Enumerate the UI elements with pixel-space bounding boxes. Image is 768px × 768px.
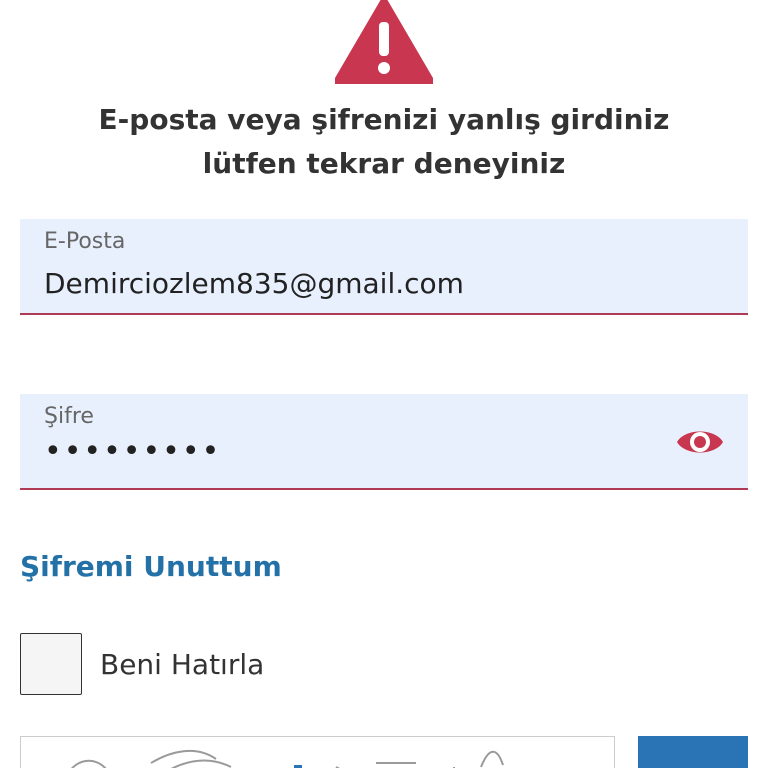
captcha-squiggles bbox=[71, 749, 504, 768]
login-button[interactable] bbox=[638, 736, 748, 768]
password-label: Şifre bbox=[44, 404, 94, 429]
captcha-image bbox=[20, 736, 615, 768]
forgot-password-link[interactable]: Şifremi Unuttum bbox=[20, 550, 282, 583]
remember-me-row: Beni Hatırla bbox=[20, 632, 264, 696]
email-label: E-Posta bbox=[44, 229, 126, 254]
email-field[interactable]: E-Posta Demirciozlem835@gmail.com bbox=[20, 219, 748, 315]
eye-icon bbox=[677, 431, 723, 453]
email-input[interactable]: Demirciozlem835@gmail.com bbox=[44, 267, 464, 300]
password-field[interactable]: Şifre ••••••••• bbox=[20, 394, 748, 490]
error-message: E-posta veya şifrenizi yanlış girdiniz l… bbox=[98, 103, 670, 180]
password-input[interactable]: ••••••••• bbox=[44, 434, 221, 469]
remember-me-label: Beni Hatırla bbox=[100, 647, 265, 681]
show-password-button[interactable] bbox=[674, 416, 726, 468]
login-page: E-posta veya şifrenizi yanlış girdiniz l… bbox=[0, 0, 768, 768]
warning-triangle-icon bbox=[335, 0, 433, 84]
remember-me-checkbox[interactable] bbox=[20, 633, 82, 695]
